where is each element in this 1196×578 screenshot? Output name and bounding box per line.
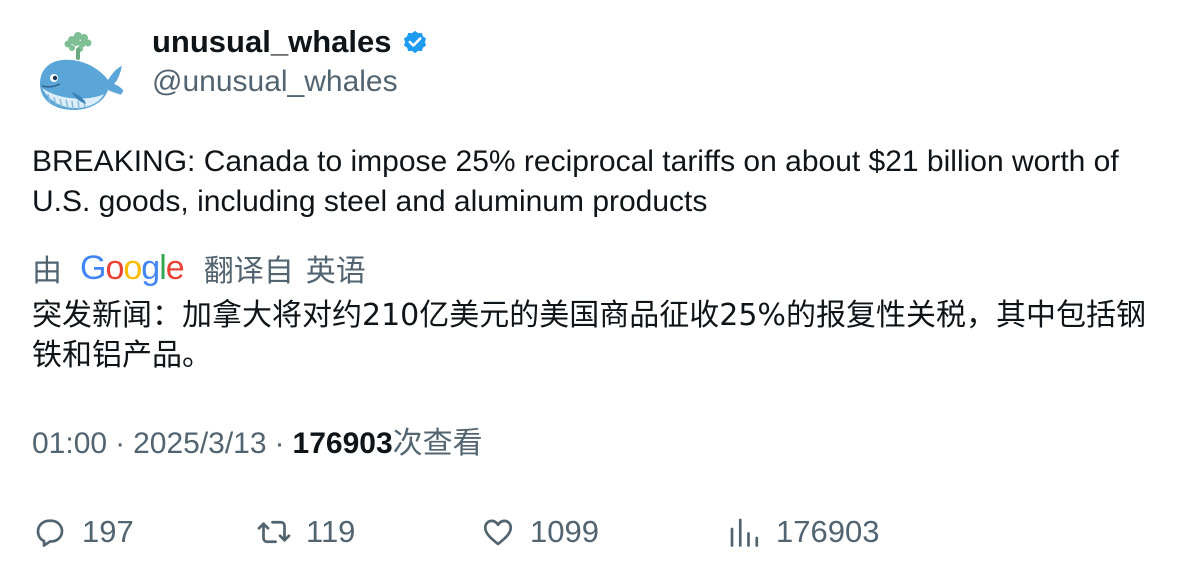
tweet-date[interactable]: 2025/3/13 [133,424,266,464]
reply-count: 197 [82,514,134,549]
google-letter-4: g [141,249,160,287]
meta-separator: · [274,427,285,460]
translation-attribution[interactable]: 由 Google 翻译自 英语 [32,246,366,290]
author-display-name[interactable]: unusual_whales [152,22,391,62]
retweet-count: 119 [306,514,356,549]
views-action-count: 176903 [776,514,880,549]
google-letter-6: e [165,249,185,287]
analytics-icon [726,514,762,550]
reply-icon [32,514,68,550]
tweet-text: BREAKING: Canada to impose 25% reciproca… [32,145,1119,218]
whale-avatar-icon[interactable] [32,22,128,118]
google-logo: Google [80,246,185,290]
action-bar: 197 119 1099 176903 [32,508,1172,556]
tweet-meta: 01:00 · 2025/3/13 · 176903 次查看 [32,424,483,464]
verified-badge-icon[interactable] [401,28,429,56]
views-button[interactable]: 176903 [726,508,879,556]
translated-tweet-text: 突发新闻：加拿大将对约210亿美元的美国商品征收25%的报复性关税，其中包括钢铁… [32,298,1146,373]
like-count: 1099 [530,514,599,549]
translation-from-label: 翻译自 [203,254,294,289]
heart-icon [480,514,516,550]
translation-by-label: 由 [32,254,62,289]
google-letter-1: G [80,249,106,287]
views-count: 176903 [292,427,393,460]
translation-source-language: 英语 [305,254,366,289]
tweet-time[interactable]: 01:00 [32,424,107,464]
author-name-row: unusual_whales [152,22,429,62]
retweet-icon [256,514,292,550]
author-handle[interactable]: @unusual_whales [152,62,398,102]
like-button[interactable]: 1099 [480,508,599,556]
reply-button[interactable]: 197 [32,508,134,556]
meta-separator: · [115,427,126,460]
views-label: 次查看 [392,426,483,461]
retweet-button[interactable]: 119 [256,508,355,556]
tweet-card: unusual_whales @unusual_whales BREAKING:… [0,0,1196,578]
google-letter-3: o [123,249,142,287]
google-letter-2: o [105,249,124,287]
